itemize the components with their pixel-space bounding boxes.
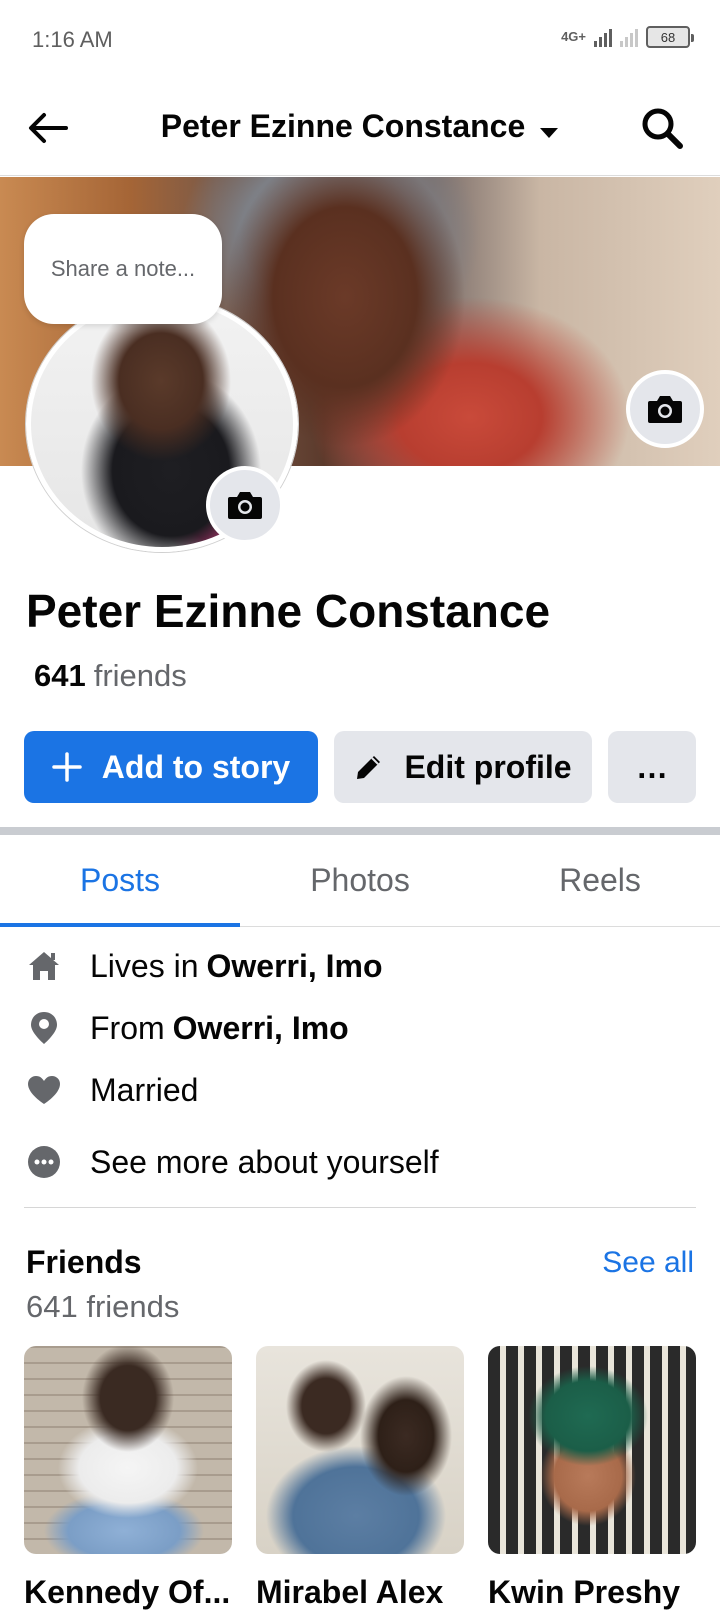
friend-card[interactable]: Kennedy Of... (24, 1346, 232, 1611)
detail-lives-in-prefix: Lives in (90, 947, 199, 984)
friend-photo[interactable] (488, 1346, 696, 1554)
status-icons: 4G+ 68 (561, 26, 694, 48)
camera-icon (228, 492, 262, 519)
friend-name[interactable]: Mirabel Alex (256, 1574, 464, 1611)
add-to-story-label: Add to story (101, 748, 291, 785)
friend-card[interactable]: Kwin Preshy (488, 1346, 696, 1611)
top-navigation-bar: Peter Ezinne Constance (0, 80, 720, 176)
section-divider (0, 827, 720, 835)
see-more-about-button[interactable]: See more about yourself (26, 1138, 439, 1186)
search-button[interactable] (636, 102, 688, 154)
battery-icon: 68 (646, 26, 694, 48)
friends-section-count: 641 friends (26, 1289, 180, 1324)
see-all-friends-link[interactable]: See all (602, 1246, 694, 1280)
add-to-story-button[interactable]: Add to story (24, 731, 318, 803)
detail-from: From Owerri, Imo (26, 1004, 349, 1052)
friends-section-title: Friends (26, 1244, 142, 1280)
status-bar: 1:16 AM 4G+ 68 (0, 0, 720, 80)
network-type-label: 4G+ (561, 29, 586, 44)
friend-photo[interactable] (256, 1346, 464, 1554)
friends-count-label: friends (93, 658, 187, 693)
share-note-bubble[interactable]: Share a note... (24, 214, 222, 324)
friend-photo[interactable] (24, 1346, 232, 1554)
signal-strength-secondary-icon (620, 27, 638, 47)
signal-strength-icon (594, 27, 612, 47)
pencil-icon (354, 752, 384, 782)
battery-level: 68 (660, 29, 676, 45)
friend-card[interactable]: Mirabel Alex (256, 1346, 464, 1611)
caret-down-icon (539, 110, 559, 147)
details-divider (24, 1207, 696, 1208)
detail-lives-in: Lives in Owerri, Imo (26, 942, 383, 990)
camera-icon (648, 396, 682, 423)
search-icon (642, 108, 683, 149)
friends-count-line[interactable]: 641 friends (34, 658, 187, 694)
location-pin-icon (26, 1010, 62, 1046)
home-icon (26, 948, 62, 984)
edit-profile-button[interactable]: Edit profile (334, 731, 592, 803)
more-dots-icon (26, 1144, 62, 1180)
detail-relationship-text: Married (90, 1071, 199, 1108)
edit-cover-photo-button[interactable] (626, 370, 704, 448)
heart-icon (26, 1072, 62, 1108)
status-time: 1:16 AM (32, 27, 113, 52)
page-title: Peter Ezinne Constance (160, 108, 526, 144)
plus-icon (52, 752, 82, 782)
detail-from-value: Owerri, Imo (172, 1009, 349, 1046)
detail-lives-in-value: Owerri, Imo (206, 947, 383, 984)
tab-reels[interactable]: Reels (480, 835, 720, 926)
edit-profile-picture-button[interactable] (206, 466, 284, 544)
friend-name[interactable]: Kennedy Of... (24, 1574, 232, 1611)
detail-relationship: Married (26, 1066, 198, 1114)
friends-count-number: 641 (34, 658, 86, 693)
profile-tabs: Posts Photos Reels (0, 835, 720, 927)
more-dots-icon: … (636, 748, 668, 785)
detail-from-prefix: From (90, 1009, 165, 1046)
profile-switcher[interactable]: Peter Ezinne Constance (0, 108, 720, 147)
profile-name: Peter Ezinne Constance (26, 585, 551, 637)
tab-photos[interactable]: Photos (240, 835, 480, 926)
note-placeholder: Share a note... (50, 256, 196, 281)
tab-posts[interactable]: Posts (0, 835, 240, 927)
more-options-button[interactable]: … (608, 731, 696, 803)
see-more-about-label: See more about yourself (90, 1143, 439, 1180)
edit-profile-label: Edit profile (404, 748, 572, 785)
friend-name[interactable]: Kwin Preshy (488, 1574, 696, 1611)
